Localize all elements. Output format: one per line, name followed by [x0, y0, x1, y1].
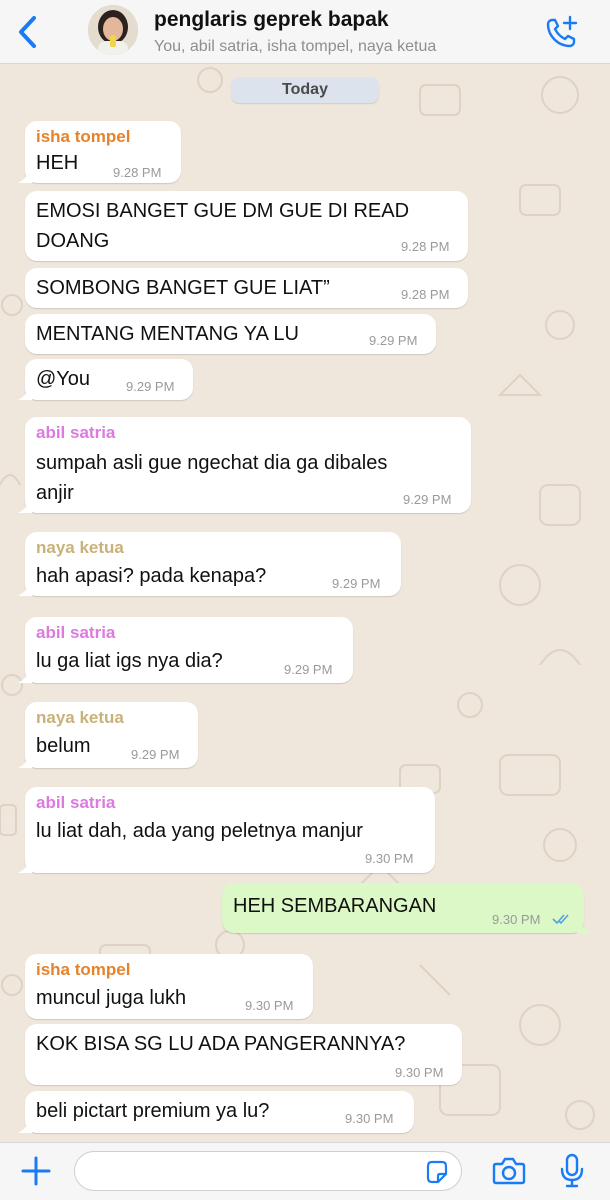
group-title[interactable]: penglaris geprek bapak [154, 8, 389, 32]
chat-header: penglaris geprek bapak You, abil satria,… [0, 0, 610, 64]
message-text: hah apasi? pada kenapa? [36, 565, 267, 587]
message-bubble[interactable]: abil satria sumpah asli gue ngechat dia … [18, 417, 471, 513]
message-text: KOK BISA SG LU ADA PANGERANNYA? [36, 1033, 406, 1055]
message-time: 9.28 PM [401, 287, 450, 302]
read-receipt-icon [552, 914, 569, 925]
plus-icon[interactable] [20, 1155, 52, 1187]
bubble-tail [18, 499, 32, 513]
compose-bar [0, 1142, 610, 1200]
message-bubble[interactable]: SOMBONG BANGET GUE LIAT” 9.28 PM [25, 268, 468, 308]
sender-name[interactable]: isha tompel [36, 127, 130, 147]
message-text-line-2: anjir [36, 482, 74, 504]
message-text: HEH SEMBARANGAN [233, 895, 437, 917]
message-time: 9.29 PM [332, 576, 381, 591]
bubble-tail [18, 859, 32, 873]
group-members[interactable]: You, abil satria, isha tompel, naya ketu… [154, 38, 436, 56]
bubble-tail [18, 169, 32, 183]
message-bubble[interactable]: MENTANG MENTANG YA LU 9.29 PM [25, 314, 436, 354]
sender-name[interactable]: abil satria [36, 623, 115, 643]
phone-plus-icon[interactable] [544, 14, 580, 50]
message-text: sumpah asli gue ngechat dia ga dibales [36, 452, 388, 474]
message-time: 9.29 PM [126, 379, 175, 394]
message-bubble[interactable]: naya ketua belum 9.29 PM [18, 702, 198, 768]
message-bubble[interactable]: abil satria lu ga liat igs nya dia? 9.29… [18, 617, 353, 683]
message-bubble[interactable]: EMOSI BANGET GUE DM GUE DI READ DOANG 9.… [25, 191, 468, 261]
message-time: 9.30 PM [345, 1111, 394, 1126]
date-separator: Today [231, 77, 379, 103]
bubble-tail [18, 1119, 32, 1133]
message-bubble[interactable]: beli pictart premium ya lu? 9.30 PM [18, 1091, 414, 1133]
message-text: lu liat dah, ada yang peletnya manjur [36, 820, 363, 842]
message-time: 9.28 PM [401, 239, 450, 254]
message-text-line-2: DOANG [36, 230, 110, 252]
message-time: 9.30 PM [395, 1065, 444, 1080]
bubble-tail [18, 669, 32, 683]
message-bubble[interactable]: @You 9.29 PM [18, 359, 193, 400]
microphone-icon[interactable] [559, 1153, 585, 1189]
message-time: 9.29 PM [369, 333, 418, 348]
message-text: lu ga liat igs nya dia? [36, 650, 223, 672]
message-text: EMOSI BANGET GUE DM GUE DI READ [36, 200, 410, 222]
chevron-left-icon[interactable] [14, 14, 44, 50]
message-time: 9.29 PM [131, 747, 180, 762]
camera-icon[interactable] [492, 1156, 526, 1186]
message-bubble[interactable]: naya ketua hah apasi? pada kenapa? 9.29 … [18, 532, 401, 596]
bubble-tail [18, 582, 32, 596]
group-avatar[interactable] [88, 5, 138, 55]
message-time: 9.28 PM [113, 165, 162, 180]
sender-name[interactable]: isha tompel [36, 960, 130, 980]
bubble-tail [18, 386, 32, 400]
message-text: beli pictart premium ya lu? [36, 1100, 270, 1122]
message-time: 9.30 PM [365, 851, 414, 866]
message-time: 9.30 PM [492, 912, 541, 927]
bubble-tail [18, 754, 32, 768]
sender-name[interactable]: naya ketua [36, 538, 124, 558]
message-text: muncul juga lukh [36, 987, 187, 1009]
outgoing-message-bubble[interactable]: HEH SEMBARANGAN 9.30 PM [222, 883, 591, 933]
message-bubble[interactable]: isha tompel muncul juga lukh 9.30 PM [25, 954, 313, 1019]
message-text: belum [36, 735, 91, 757]
bubble-tail [577, 919, 591, 933]
message-bubble[interactable]: KOK BISA SG LU ADA PANGERANNYA? 9.30 PM [25, 1024, 462, 1085]
message-time: 9.29 PM [403, 492, 452, 507]
message-time: 9.30 PM [245, 998, 294, 1013]
message-text: @You [36, 368, 91, 390]
message-bubble[interactable]: isha tompel HEH 9.28 PM [18, 121, 181, 183]
message-text: SOMBONG BANGET GUE LIAT” [36, 277, 330, 299]
message-bubble[interactable]: abil satria lu liat dah, ada yang peletn… [18, 787, 435, 873]
sender-name[interactable]: naya ketua [36, 708, 124, 728]
sender-name[interactable]: abil satria [36, 423, 115, 443]
sender-name[interactable]: abil satria [36, 793, 115, 813]
message-time: 9.29 PM [284, 662, 333, 677]
message-text: MENTANG MENTANG YA LU [36, 323, 299, 345]
message-text: HEH [36, 152, 79, 174]
message-input[interactable] [74, 1151, 462, 1191]
chat-thread[interactable]: Today isha tompel HEH 9.28 PM EMOSI BANG… [0, 65, 610, 1142]
sticker-icon[interactable] [424, 1160, 448, 1184]
